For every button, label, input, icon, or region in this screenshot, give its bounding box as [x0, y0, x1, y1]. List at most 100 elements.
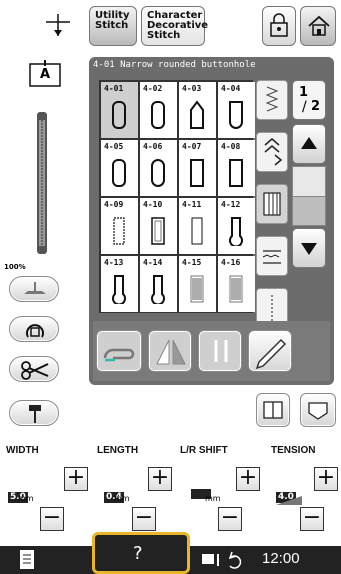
- pen-button[interactable]: [248, 330, 292, 372]
- stitch-cell[interactable]: 4-13: [101, 256, 138, 312]
- stitch-cell[interactable]: 4-07: [179, 140, 216, 196]
- stitch-cell[interactable]: 4-15: [179, 256, 216, 312]
- triple-stitch-button[interactable]: [256, 236, 288, 276]
- stitch-code: 4-05: [104, 142, 124, 151]
- tension-decrease-button[interactable]: −: [300, 507, 324, 531]
- buttonhole-square-icon: [190, 159, 204, 187]
- thread-cutter-button[interactable]: [9, 356, 59, 382]
- needle-position-button[interactable]: [9, 400, 59, 426]
- pocket-icon: [308, 402, 328, 420]
- buttonhole-square-top-icon: [229, 101, 243, 129]
- stitch-cell[interactable]: 4-14: [140, 256, 177, 312]
- shift-increase-button[interactable]: +: [236, 467, 260, 491]
- tension-increase-button[interactable]: +: [314, 467, 338, 491]
- reverse-stitch-icon: [264, 138, 283, 166]
- shift-decrease-button[interactable]: −: [218, 507, 242, 531]
- page-indicator: 1 / 2: [292, 80, 326, 120]
- shift-value-display: mm: [191, 484, 221, 506]
- stitch-cell[interactable]: 4-06: [140, 140, 177, 196]
- width-increase-button[interactable]: +: [64, 467, 88, 491]
- stitch-code: 4-02: [143, 84, 163, 93]
- stitch-cell[interactable]: 4-02: [140, 82, 177, 138]
- buttonhole-keyhole-icon: [229, 217, 243, 246]
- scroll-thumb[interactable]: [293, 167, 325, 197]
- machine-settings-icon: [202, 551, 242, 569]
- stitch-code: 4-09: [104, 200, 124, 209]
- total-pages: 2: [311, 99, 321, 114]
- twin-needle-icon: [214, 340, 228, 362]
- stitch-cell[interactable]: 4-05: [101, 140, 138, 196]
- presser-foot-lift-button[interactable]: [9, 276, 59, 302]
- scroll-up-button[interactable]: [292, 124, 326, 164]
- document-icon: [20, 550, 34, 569]
- buttonhole-keyhole-icon: [112, 275, 126, 304]
- tab-character-decorative-stitch[interactable]: Character Decorative Stitch: [141, 6, 208, 46]
- scissors-icon: [21, 361, 49, 380]
- tension-value-display: 4.0: [276, 484, 304, 506]
- stitch-code: 4-06: [143, 142, 163, 151]
- stitch-cell[interactable]: 4-16: [218, 256, 255, 312]
- lock-icon: [270, 13, 288, 37]
- presser-foot-indicator: A: [28, 60, 62, 90]
- memory-button[interactable]: [300, 393, 336, 427]
- mirror-icon: [156, 339, 186, 365]
- stitch-code: 4-08: [221, 142, 241, 151]
- width-decrease-button[interactable]: −: [40, 507, 64, 531]
- buttonhole-pointed-icon: [190, 100, 204, 129]
- width-label: WIDTH: [6, 445, 39, 456]
- shift-unit: mm: [205, 494, 221, 503]
- buttonhole-round-end-icon: [112, 159, 126, 187]
- stitch-cell[interactable]: 4-08: [218, 140, 255, 196]
- manual-button[interactable]: [256, 393, 290, 427]
- buttonhole-keyhole-icon: [151, 275, 165, 304]
- mirror-button[interactable]: [148, 330, 192, 372]
- needle-threading-button[interactable]: [96, 330, 142, 372]
- stitch-code: 4-16: [221, 258, 241, 267]
- help-button[interactable]: ?: [92, 532, 190, 574]
- twin-needle-button[interactable]: [198, 330, 242, 372]
- tab-utility-stitch[interactable]: Utility Stitch: [89, 6, 137, 46]
- stitch-cell[interactable]: 4-10: [140, 198, 177, 254]
- stitch-cell[interactable]: 4-12: [218, 198, 255, 254]
- stitch-code: 4-03: [182, 84, 202, 93]
- current-page: 1: [299, 85, 309, 100]
- darning-icon: [190, 275, 204, 303]
- length-value-display: 0.4 mm: [104, 484, 132, 506]
- stitch-title: 4-01 Narrow rounded buttonhole: [93, 60, 256, 70]
- length-unit: mm: [114, 494, 130, 503]
- tension-level-icon: [276, 496, 302, 505]
- lock-screen-button[interactable]: [262, 6, 296, 46]
- buttonhole-square-icon: [229, 159, 243, 187]
- settings-button[interactable]: [196, 548, 252, 572]
- home-button[interactable]: [300, 6, 336, 46]
- shift-label: L/R SHIFT: [180, 445, 228, 456]
- buttonhole-round-end-icon: [112, 101, 126, 129]
- stitch-width-preview[interactable]: [256, 80, 288, 120]
- stitch-code: 4-01: [104, 84, 124, 93]
- zoom-label: 100%: [4, 263, 26, 271]
- zigzag-stitch-icon: [265, 86, 279, 112]
- scroll-down-button[interactable]: [292, 228, 326, 268]
- width-value-display: 5.0 mm: [8, 484, 36, 506]
- length-increase-button[interactable]: +: [148, 467, 172, 491]
- thread-loop-icon: [103, 348, 135, 362]
- darning-icon: [229, 275, 243, 303]
- reinforcement-icon: [263, 192, 281, 216]
- stitch-cell[interactable]: 4-04: [218, 82, 255, 138]
- document-button[interactable]: [0, 546, 56, 574]
- buttonhole-bound-icon: [191, 217, 203, 245]
- stitch-cell[interactable]: 4-09: [101, 198, 138, 254]
- presser-foot-icon: [24, 282, 46, 294]
- buttonhole-round-end-icon: [151, 101, 165, 129]
- tab-label: Stitch: [147, 30, 181, 41]
- stitch-cell[interactable]: 4-11: [179, 198, 216, 254]
- free-motion-button[interactable]: [9, 316, 59, 342]
- stitch-cell[interactable]: 4-01: [101, 82, 138, 138]
- page-divider: /: [302, 99, 307, 115]
- reinforcement-button[interactable]: [256, 184, 288, 224]
- length-label: LENGTH: [97, 445, 139, 456]
- length-decrease-button[interactable]: −: [132, 507, 156, 531]
- stitch-cell[interactable]: 4-03: [179, 82, 216, 138]
- stitch-direction-button[interactable]: [256, 132, 288, 172]
- scroll-track[interactable]: [292, 166, 326, 226]
